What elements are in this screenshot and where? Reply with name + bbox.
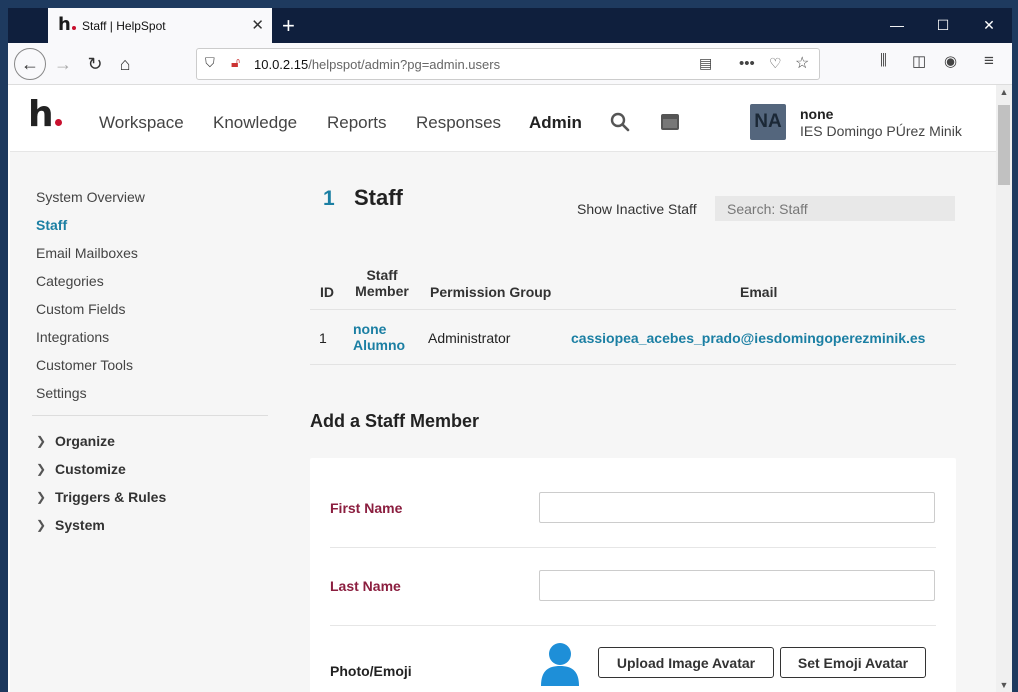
- new-tab-icon[interactable]: +: [282, 13, 295, 39]
- chevron-right-icon[interactable]: ❯: [36, 518, 46, 532]
- scrollbar-thumb[interactable]: [998, 105, 1010, 185]
- sidebar-item-categories[interactable]: Categories: [36, 273, 104, 289]
- first-name-label: First Name: [330, 500, 403, 516]
- sidebar-group-customize[interactable]: Customize: [55, 461, 126, 477]
- back-icon[interactable]: ←: [14, 48, 46, 80]
- account-icon[interactable]: ◉: [944, 52, 957, 70]
- sidebar-toggle-icon[interactable]: ◫: [912, 52, 926, 70]
- search-icon[interactable]: [610, 112, 630, 132]
- vertical-scrollbar[interactable]: ▲ ▼: [996, 85, 1012, 692]
- chevron-right-icon[interactable]: ❯: [36, 462, 46, 476]
- last-name-field[interactable]: [539, 570, 935, 601]
- avatar[interactable]: NA: [750, 104, 786, 140]
- nav-knowledge[interactable]: Knowledge: [213, 113, 297, 133]
- sidebar-item-settings[interactable]: Settings: [36, 385, 87, 401]
- browser-window: h Staff | HelpSpot ✕ + — ☐ ✕ ← → ↻ ⌂ ⛉ 🔓…: [8, 8, 1012, 692]
- column-header-permission-group[interactable]: Permission Group: [430, 284, 551, 300]
- url-text[interactable]: 10.0.2.15/helpspot/admin?pg=admin.users: [254, 57, 500, 72]
- sidebar-item-email-mailboxes[interactable]: Email Mailboxes: [36, 245, 138, 261]
- shield-icon[interactable]: ⛉: [205, 55, 215, 71]
- tab-title: Staff | HelpSpot: [82, 19, 166, 33]
- add-staff-heading: Add a Staff Member: [310, 411, 480, 431]
- table-header-divider: [310, 309, 956, 310]
- reader-view-icon[interactable]: ▤: [699, 55, 712, 72]
- column-header-email[interactable]: Email: [740, 284, 777, 300]
- browser-window-icon[interactable]: [660, 113, 680, 131]
- page-content: h Workspace Knowledge Reports Responses …: [10, 85, 996, 692]
- bookmark-star-icon[interactable]: ☆: [795, 53, 809, 73]
- default-avatar-icon: [539, 640, 581, 686]
- sidebar-group-organize[interactable]: Organize: [55, 433, 115, 449]
- helpspot-logo[interactable]: h: [28, 97, 62, 133]
- sidebar-item-staff[interactable]: Staff: [36, 217, 67, 233]
- scroll-up-icon[interactable]: ▲: [996, 87, 1012, 97]
- pocket-icon[interactable]: ♡: [769, 55, 782, 72]
- photo-emoji-label: Photo/Emoji: [330, 663, 412, 679]
- url-host: 10.0.2.15: [254, 57, 309, 72]
- column-header-staff-member[interactable]: Staff Member: [352, 267, 412, 299]
- column-header-id[interactable]: ID: [320, 284, 334, 300]
- search-input[interactable]: [715, 196, 955, 221]
- app-header: h Workspace Knowledge Reports Responses …: [10, 85, 996, 152]
- last-name-label: Last Name: [330, 578, 401, 594]
- staff-count: 1: [323, 187, 335, 210]
- staff-first-name-link[interactable]: none: [353, 321, 386, 337]
- permission-group-cell: Administrator: [428, 330, 511, 346]
- sidebar-item-custom-fields[interactable]: Custom Fields: [36, 301, 125, 317]
- show-inactive-staff-link[interactable]: Show Inactive Staff: [577, 201, 697, 217]
- chevron-right-icon[interactable]: ❯: [36, 490, 46, 504]
- sidebar-item-customer-tools[interactable]: Customer Tools: [36, 357, 133, 373]
- helpspot-favicon-icon: h: [58, 16, 76, 34]
- first-name-field[interactable]: [539, 492, 935, 523]
- page-title: Staff: [354, 185, 403, 210]
- sidebar-item-system-overview[interactable]: System Overview: [36, 189, 145, 205]
- home-icon[interactable]: ⌂: [110, 49, 140, 79]
- browser-tab[interactable]: h Staff | HelpSpot ✕: [48, 8, 272, 43]
- page-actions-icon[interactable]: •••: [739, 55, 755, 72]
- scroll-down-icon[interactable]: ▼: [996, 680, 1012, 690]
- column-header-staff-line1: Staff: [366, 267, 398, 283]
- url-bar[interactable]: ⛉ 🔓︎ 10.0.2.15/helpspot/admin?pg=admin.u…: [196, 48, 820, 80]
- minimize-icon[interactable]: —: [874, 8, 920, 43]
- nav-reports[interactable]: Reports: [327, 113, 387, 133]
- set-emoji-avatar-button[interactable]: Set Emoji Avatar: [780, 647, 926, 678]
- nav-responses[interactable]: Responses: [416, 113, 501, 133]
- user-name[interactable]: none: [800, 106, 833, 122]
- sidebar-group-system[interactable]: System: [55, 517, 105, 533]
- form-divider: [330, 547, 936, 548]
- nav-admin[interactable]: Admin: [529, 113, 582, 133]
- library-icon[interactable]: ⫼: [880, 52, 887, 69]
- forward-icon[interactable]: →: [48, 49, 78, 79]
- table-row-divider: [310, 364, 956, 365]
- maximize-icon[interactable]: ☐: [920, 8, 966, 43]
- navigation-bar: ← → ↻ ⌂ ⛉ 🔓︎ 10.0.2.15/helpspot/admin?pg…: [8, 43, 1012, 85]
- staff-last-name-link[interactable]: Alumno: [353, 337, 405, 353]
- tab-bar: h Staff | HelpSpot ✕ + — ☐ ✕: [8, 8, 1012, 43]
- close-window-icon[interactable]: ✕: [966, 8, 1012, 43]
- nav-workspace[interactable]: Workspace: [99, 113, 184, 133]
- staff-id-cell: 1: [319, 330, 327, 346]
- insecure-lock-icon[interactable]: 🔓︎: [231, 54, 240, 71]
- close-tab-icon[interactable]: ✕: [251, 16, 264, 34]
- reload-icon[interactable]: ↻: [80, 49, 110, 79]
- add-staff-form: First Name Last Name Photo/Emoji Upload …: [310, 458, 956, 692]
- form-divider: [330, 625, 936, 626]
- column-header-member-line2: Member: [355, 283, 409, 299]
- sidebar-divider: [32, 415, 268, 416]
- sidebar-item-integrations[interactable]: Integrations: [36, 329, 109, 345]
- user-organization: IES Domingo PÚrez Minik: [800, 123, 962, 139]
- sidebar-group-triggers-rules[interactable]: Triggers & Rules: [55, 489, 166, 505]
- url-path: /helpspot/admin?pg=admin.users: [308, 57, 501, 72]
- upload-image-avatar-button[interactable]: Upload Image Avatar: [598, 647, 774, 678]
- menu-icon[interactable]: ≡: [984, 51, 994, 71]
- chevron-right-icon[interactable]: ❯: [36, 434, 46, 448]
- staff-email-link[interactable]: cassiopea_acebes_prado@iesdomingoperezmi…: [571, 330, 925, 346]
